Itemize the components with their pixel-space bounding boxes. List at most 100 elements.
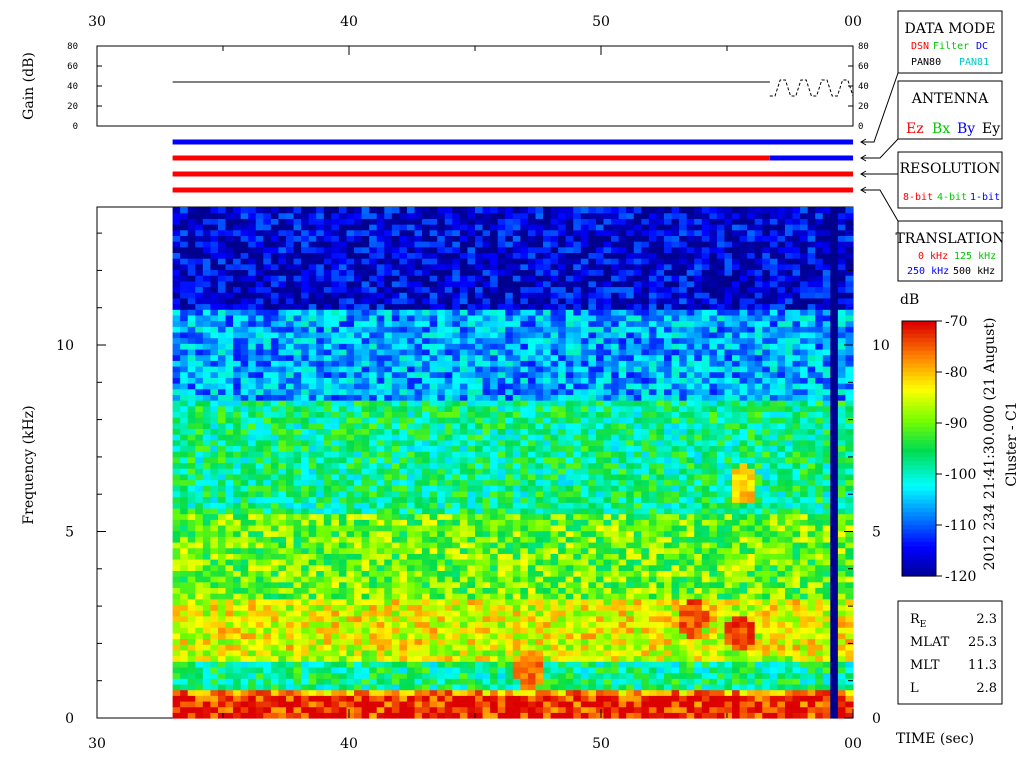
spectrogram-cell xyxy=(414,700,423,708)
spectrogram-cell xyxy=(369,280,378,288)
spectrogram-cell xyxy=(316,377,325,384)
spectrogram-cell xyxy=(429,576,438,583)
spectrogram-cell xyxy=(467,593,476,600)
spectrogram-cell xyxy=(338,252,348,259)
spectrogram-cell xyxy=(255,485,264,492)
spectrogram-cell xyxy=(459,456,469,464)
spectrogram-cell xyxy=(361,371,370,378)
spectrogram-cell xyxy=(422,587,431,594)
spectrogram-cell xyxy=(437,587,446,594)
spectrogram-cell xyxy=(399,519,408,526)
spectrogram-cell xyxy=(376,348,385,356)
spectrogram-cell xyxy=(429,604,438,611)
spectrogram-cell xyxy=(437,354,446,361)
spectrogram-cell xyxy=(233,553,242,560)
spectrogram-cell xyxy=(384,530,393,537)
spectrogram-cell xyxy=(308,507,317,515)
spectrogram-cell xyxy=(406,462,416,469)
spectrogram-cell xyxy=(527,644,537,651)
spectrogram-cell xyxy=(217,598,227,606)
spectrogram-cell xyxy=(316,621,325,628)
spectrogram-cell xyxy=(384,712,393,719)
spectrogram-cell xyxy=(369,258,378,265)
spectrogram-cell xyxy=(278,700,287,708)
spectrogram-cell xyxy=(233,445,242,452)
spectrogram-cell xyxy=(331,632,340,640)
spectrogram-cell xyxy=(180,235,189,242)
spectrogram-cell xyxy=(369,479,378,486)
spectrogram-cell xyxy=(437,258,446,265)
spectrogram-cell xyxy=(384,610,393,617)
spectrogram-cell xyxy=(263,610,272,617)
spectrogram-cell xyxy=(293,479,302,486)
spectrogram-cell xyxy=(384,343,393,350)
spectrogram-cell xyxy=(346,337,355,344)
spectrogram-cell xyxy=(316,638,325,645)
spectrogram-cell xyxy=(255,258,264,265)
spectrogram-cell xyxy=(565,320,574,327)
spectrogram-cell xyxy=(490,655,499,662)
spectrogram-cell xyxy=(573,207,582,214)
spectrogram-cell xyxy=(225,530,234,537)
spectrogram-cell xyxy=(217,649,227,657)
spectrogram-cell xyxy=(338,559,348,566)
spectrogram-cell xyxy=(376,354,385,361)
spectrogram-cell xyxy=(323,428,332,435)
spectrogram-cell xyxy=(286,541,295,549)
spectrogram-cell xyxy=(414,224,423,231)
spectrogram-cell xyxy=(255,661,264,668)
spectrogram-cell xyxy=(452,655,461,662)
spectrogram-cell xyxy=(543,695,552,702)
spectrogram-cell xyxy=(248,365,257,373)
spectrogram-cell xyxy=(202,394,211,401)
spectrogram-cell xyxy=(195,439,204,447)
spectrogram-cell xyxy=(429,258,438,265)
spectrogram-cell xyxy=(240,360,249,367)
spectrogram-cell xyxy=(482,280,491,288)
spectrogram-cell xyxy=(180,451,189,458)
spectrogram-cell xyxy=(490,638,499,645)
spectrogram-cell xyxy=(263,456,272,464)
spectrogram-cell xyxy=(369,309,378,316)
spectrogram-cell xyxy=(278,303,287,310)
spectrogram-cell xyxy=(467,275,476,282)
spectrogram-cell xyxy=(422,229,431,236)
spectrogram-cell xyxy=(270,524,280,532)
spectrogram-cell xyxy=(565,263,574,271)
spectrogram-cell xyxy=(233,451,242,458)
spectrogram-cell xyxy=(452,559,461,566)
spectrogram-cell xyxy=(301,661,310,668)
spectrogram-cell xyxy=(437,218,446,225)
spectrogram-cell xyxy=(225,360,234,367)
spectrogram-cell xyxy=(437,286,446,293)
spectrogram-cell xyxy=(459,348,469,356)
spectrogram-cell xyxy=(391,388,400,395)
spectrogram-cell xyxy=(490,212,499,219)
spectrogram-cell xyxy=(475,610,484,617)
spectrogram-cell xyxy=(467,252,476,259)
spectrogram-cell xyxy=(414,627,423,634)
spectrogram-cell xyxy=(354,365,363,373)
spectrogram-cell xyxy=(565,212,574,219)
spectrogram-cell xyxy=(301,700,310,708)
spectrogram-cell xyxy=(210,564,219,571)
spectrogram-cell xyxy=(195,314,204,322)
spectrogram-cell xyxy=(376,456,385,464)
spectrogram-cell xyxy=(293,666,302,674)
spectrogram-cell xyxy=(580,536,589,543)
spectrogram-cell xyxy=(354,695,363,702)
spectrogram-cell xyxy=(361,292,370,299)
spectrogram-cell xyxy=(331,581,340,589)
spectrogram-cell xyxy=(301,292,310,299)
spectrogram-cell xyxy=(482,229,491,236)
spectrogram-cell xyxy=(180,343,189,350)
spectrogram-cell xyxy=(452,610,461,617)
spectrogram-cell xyxy=(429,411,438,418)
spectrogram-cell xyxy=(316,428,325,435)
spectrogram-cell xyxy=(346,348,355,356)
spectrogram-cell xyxy=(482,485,491,492)
spectrogram-cell xyxy=(248,473,257,481)
spectrogram-cell xyxy=(384,468,393,475)
spectrogram-cell xyxy=(180,541,189,549)
spectrogram-cell xyxy=(187,541,196,549)
